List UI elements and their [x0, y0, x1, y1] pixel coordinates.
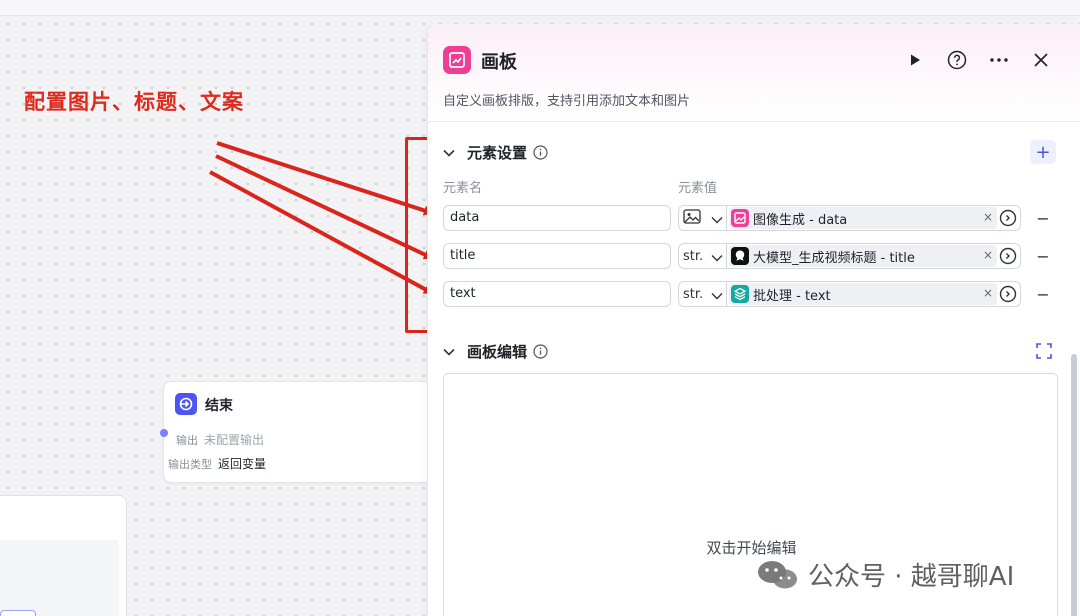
- end-exit-icon: [175, 393, 197, 415]
- output-label: 输出: [176, 434, 198, 447]
- canvas-edit-header[interactable]: 画板编辑: [443, 341, 548, 362]
- chevron-down-icon: [711, 213, 723, 228]
- image-type-icon: [683, 208, 701, 228]
- remove-element-button[interactable]: −: [1036, 243, 1050, 269]
- remove-element-button[interactable]: −: [1036, 205, 1050, 231]
- output-value: 未配置输出: [204, 433, 265, 447]
- element-settings-header[interactable]: 元素设置: [443, 142, 548, 163]
- fullscreen-icon[interactable]: [1035, 342, 1053, 360]
- remove-element-button[interactable]: −: [1036, 281, 1050, 307]
- panel-title: 画板: [481, 52, 517, 73]
- type-label: str.: [683, 248, 704, 264]
- image-gen-icon: [731, 209, 749, 227]
- chevron-down-icon: [711, 289, 723, 304]
- element-name-input[interactable]: title: [443, 243, 671, 269]
- header-divider: [428, 121, 1080, 122]
- reference-text: 图像生成 - data: [753, 212, 848, 228]
- annotation-text: 配置图片、标题、文案: [24, 90, 244, 114]
- canvas-board-icon: [443, 46, 471, 74]
- chevron-down-icon[interactable]: [443, 149, 459, 157]
- arrow-to-data: [216, 141, 434, 216]
- reference-tag[interactable]: 图像生成 - data ×: [729, 207, 997, 229]
- info-icon[interactable]: [533, 145, 548, 160]
- help-circle-icon[interactable]: [945, 48, 969, 72]
- canvas-hint: 双击开始编辑: [706, 539, 797, 557]
- column-name-label: 元素名: [443, 181, 483, 196]
- type-label: str.: [683, 286, 704, 302]
- output-type-row: 输出类型 返回变量: [156, 455, 266, 472]
- reference-text: 大模型_生成视频标题 - title: [753, 250, 915, 266]
- workflow-node-card[interactable]: [0, 495, 127, 616]
- element-value-field[interactable]: str. 大模型_生成视频标题 - title ×: [678, 243, 1021, 269]
- end-node[interactable]: 结束 输出 未配置输出 输出类型 返回变量: [160, 381, 433, 483]
- panel-description: 自定义画板排版，支持引用添加文本和图片: [443, 94, 691, 109]
- output-type-label: 输出类型: [168, 458, 212, 471]
- element-settings-title: 元素设置: [467, 144, 528, 162]
- llm-model-icon: [731, 247, 749, 265]
- end-node-title: 结束: [205, 398, 233, 414]
- element-value-field[interactable]: 图像生成 - data ×: [678, 205, 1021, 231]
- canvas-edit-title: 画板编辑: [467, 343, 528, 361]
- output-type-value: 返回变量: [218, 457, 267, 471]
- chevron-down-icon: [711, 251, 723, 266]
- reference-tag[interactable]: 大模型_生成视频标题 - title ×: [729, 245, 997, 267]
- top-bar: [0, 0, 1080, 16]
- info-icon[interactable]: [533, 344, 548, 359]
- scrollbar[interactable]: [1071, 354, 1077, 616]
- element-value-field[interactable]: str. 批处理 - text ×: [678, 281, 1021, 307]
- batch-layers-icon: [731, 285, 749, 303]
- column-value-label: 元素值: [678, 181, 718, 196]
- reference-tag[interactable]: 批处理 - text ×: [729, 283, 997, 305]
- variable-picker-icon[interactable]: [999, 247, 1017, 265]
- canvas-node-panel: 画板 自定义画板排版，支持引用添加文本和图片 元素设置 + 元素名 元素值 da…: [427, 24, 1080, 616]
- chevron-down-icon[interactable]: [443, 348, 459, 356]
- type-select[interactable]: str.: [679, 282, 727, 306]
- element-name-input[interactable]: data: [443, 205, 671, 231]
- arrow-to-title: [215, 154, 434, 260]
- play-icon[interactable]: [903, 48, 927, 72]
- output-row: 输出 未配置输出: [142, 431, 264, 448]
- node-card-body: [0, 540, 119, 616]
- wechat-icon: [756, 558, 800, 592]
- watermark: 公众号 · 越哥聊AI: [756, 556, 1014, 593]
- reference-text: 批处理 - text: [753, 288, 831, 304]
- close-icon[interactable]: [1029, 48, 1053, 72]
- variable-picker-icon[interactable]: [999, 285, 1017, 303]
- element-name-input[interactable]: text: [443, 281, 671, 307]
- clear-reference-icon[interactable]: ×: [983, 248, 993, 262]
- add-element-button[interactable]: +: [1030, 140, 1056, 164]
- clear-reference-icon[interactable]: ×: [983, 286, 993, 300]
- more-dots-icon[interactable]: [987, 48, 1011, 72]
- node-chip[interactable]: [0, 610, 36, 616]
- arrow-to-text: [209, 170, 434, 295]
- type-select[interactable]: str.: [679, 244, 727, 268]
- variable-picker-icon[interactable]: [999, 209, 1017, 227]
- watermark-text: 公众号 · 越哥聊AI: [808, 562, 1015, 592]
- type-select[interactable]: [679, 206, 727, 230]
- clear-reference-icon[interactable]: ×: [983, 210, 993, 224]
